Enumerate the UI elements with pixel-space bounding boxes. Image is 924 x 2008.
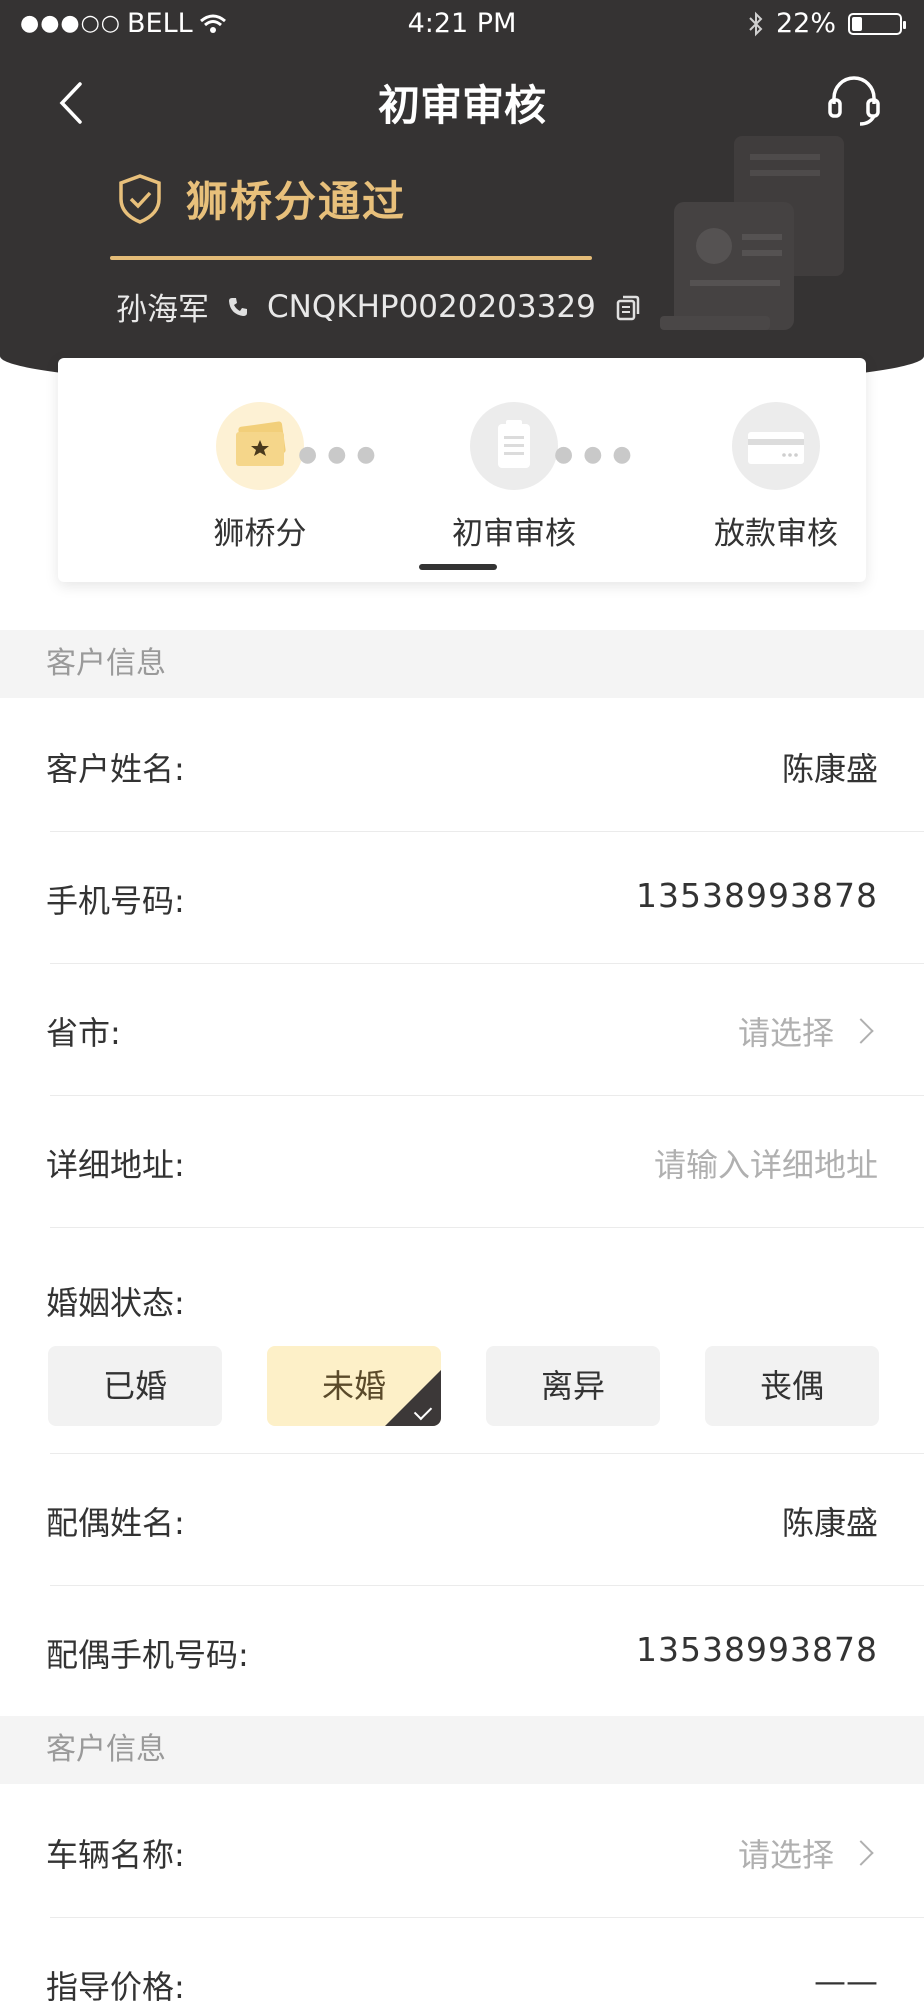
select-placeholder: 请选择 xyxy=(737,1014,834,1052)
customer-name-value: 陈康盛 xyxy=(781,750,878,788)
battery-level xyxy=(852,16,862,31)
marital-option-widowed[interactable]: 丧偶 xyxy=(705,1346,879,1426)
field-label: 手机号码: xyxy=(46,882,185,920)
step-label: 初审审核 xyxy=(452,516,576,552)
step-score[interactable]: 狮桥分 xyxy=(180,402,340,553)
bluetooth-icon xyxy=(749,11,763,36)
field-label: 省市: xyxy=(46,1014,121,1052)
phone-value: 13538993878 xyxy=(636,876,878,915)
field-label: 车辆名称: xyxy=(46,1836,185,1874)
customer-code: CNQKHP0020203329 xyxy=(267,288,596,325)
marital-option-single[interactable]: 未婚 xyxy=(267,1346,441,1426)
chevron-right-icon xyxy=(848,1840,874,1866)
active-step-indicator xyxy=(419,564,497,570)
approval-badge: 狮桥分通过 xyxy=(116,168,406,229)
customer-name-row: 客户姓名: 陈康盛 xyxy=(0,700,924,832)
user-info: 孙海军 CNQKHP0020203329 xyxy=(116,284,642,329)
document-icon xyxy=(498,420,530,468)
address-row: 详细地址: 请输入详细地址 xyxy=(0,1096,924,1228)
marital-option-married[interactable]: 已婚 xyxy=(48,1346,222,1426)
select-placeholder: 请选择 xyxy=(737,1836,834,1874)
divider xyxy=(110,256,592,260)
phone-icon[interactable] xyxy=(227,296,249,318)
spouse-phone-row: 配偶手机号码: 13538993878 xyxy=(0,1586,924,1718)
province-row[interactable]: 省市: 请选择 xyxy=(0,964,924,1096)
step-loan-review[interactable]: 放款审核 xyxy=(696,402,856,553)
step-label: 狮桥分 xyxy=(213,516,307,552)
vehicle-select[interactable]: 请选择 xyxy=(738,1830,878,1876)
divider xyxy=(50,1227,924,1228)
status-bar: ●●●○○ BELL 4:21 PM 22% xyxy=(0,0,924,50)
shield-check-icon xyxy=(119,173,161,224)
spouse-phone-value: 13538993878 xyxy=(636,1630,878,1669)
marital-status-group: 婚姻状态: 已婚 未婚 离异 丧偶 xyxy=(0,1254,924,1454)
user-name: 孙海军 xyxy=(116,292,209,328)
address-input[interactable]: 请输入详细地址 xyxy=(654,1140,878,1186)
step-connector: ●●● xyxy=(554,442,642,467)
battery-percent: 22% xyxy=(775,8,836,39)
document-illustration xyxy=(660,136,844,330)
page-title: 初审审核 xyxy=(377,81,546,130)
header: ●●●○○ BELL 4:21 PM 22% 初审审核 狮桥分通过 孙海军 CN… xyxy=(0,0,924,390)
section-header: 客户信息 xyxy=(0,630,924,698)
province-select[interactable]: 请选择 xyxy=(738,1008,878,1054)
step-label: 放款审核 xyxy=(714,516,838,552)
star-card-icon xyxy=(236,421,286,466)
price-row: 指导价格: —— xyxy=(0,1918,924,2006)
headset-icon[interactable] xyxy=(824,70,884,130)
price-value: —— xyxy=(814,1962,878,2000)
battery-icon xyxy=(848,12,906,35)
progress-steps: 狮桥分 ●●● 初审审核 ●●● 放款审核 xyxy=(58,358,866,582)
field-label: 详细地址: xyxy=(46,1146,185,1184)
selected-corner xyxy=(385,1370,441,1426)
step-first-review[interactable]: 初审审核 xyxy=(434,402,594,553)
spouse-name-row: 配偶姓名: 陈康盛 xyxy=(0,1454,924,1586)
step-connector: ●●● xyxy=(298,442,386,467)
field-label: 配偶姓名: xyxy=(46,1504,185,1542)
spouse-name-value: 陈康盛 xyxy=(781,1504,878,1542)
field-label: 客户姓名: xyxy=(46,750,185,788)
vehicle-row[interactable]: 车辆名称: 请选择 xyxy=(0,1786,924,1918)
field-label: 配偶手机号码: xyxy=(46,1636,249,1674)
marital-option-divorced[interactable]: 离异 xyxy=(486,1346,660,1426)
section-header: 客户信息 xyxy=(0,1716,924,1784)
badge-text: 狮桥分通过 xyxy=(186,177,407,226)
copy-icon[interactable] xyxy=(614,293,642,321)
field-label: 婚姻状态: xyxy=(46,1284,185,1322)
credit-card-icon xyxy=(748,432,804,464)
phone-row: 手机号码: 13538993878 xyxy=(0,832,924,964)
chevron-right-icon xyxy=(848,1018,874,1044)
field-label: 指导价格: xyxy=(46,1968,185,2006)
